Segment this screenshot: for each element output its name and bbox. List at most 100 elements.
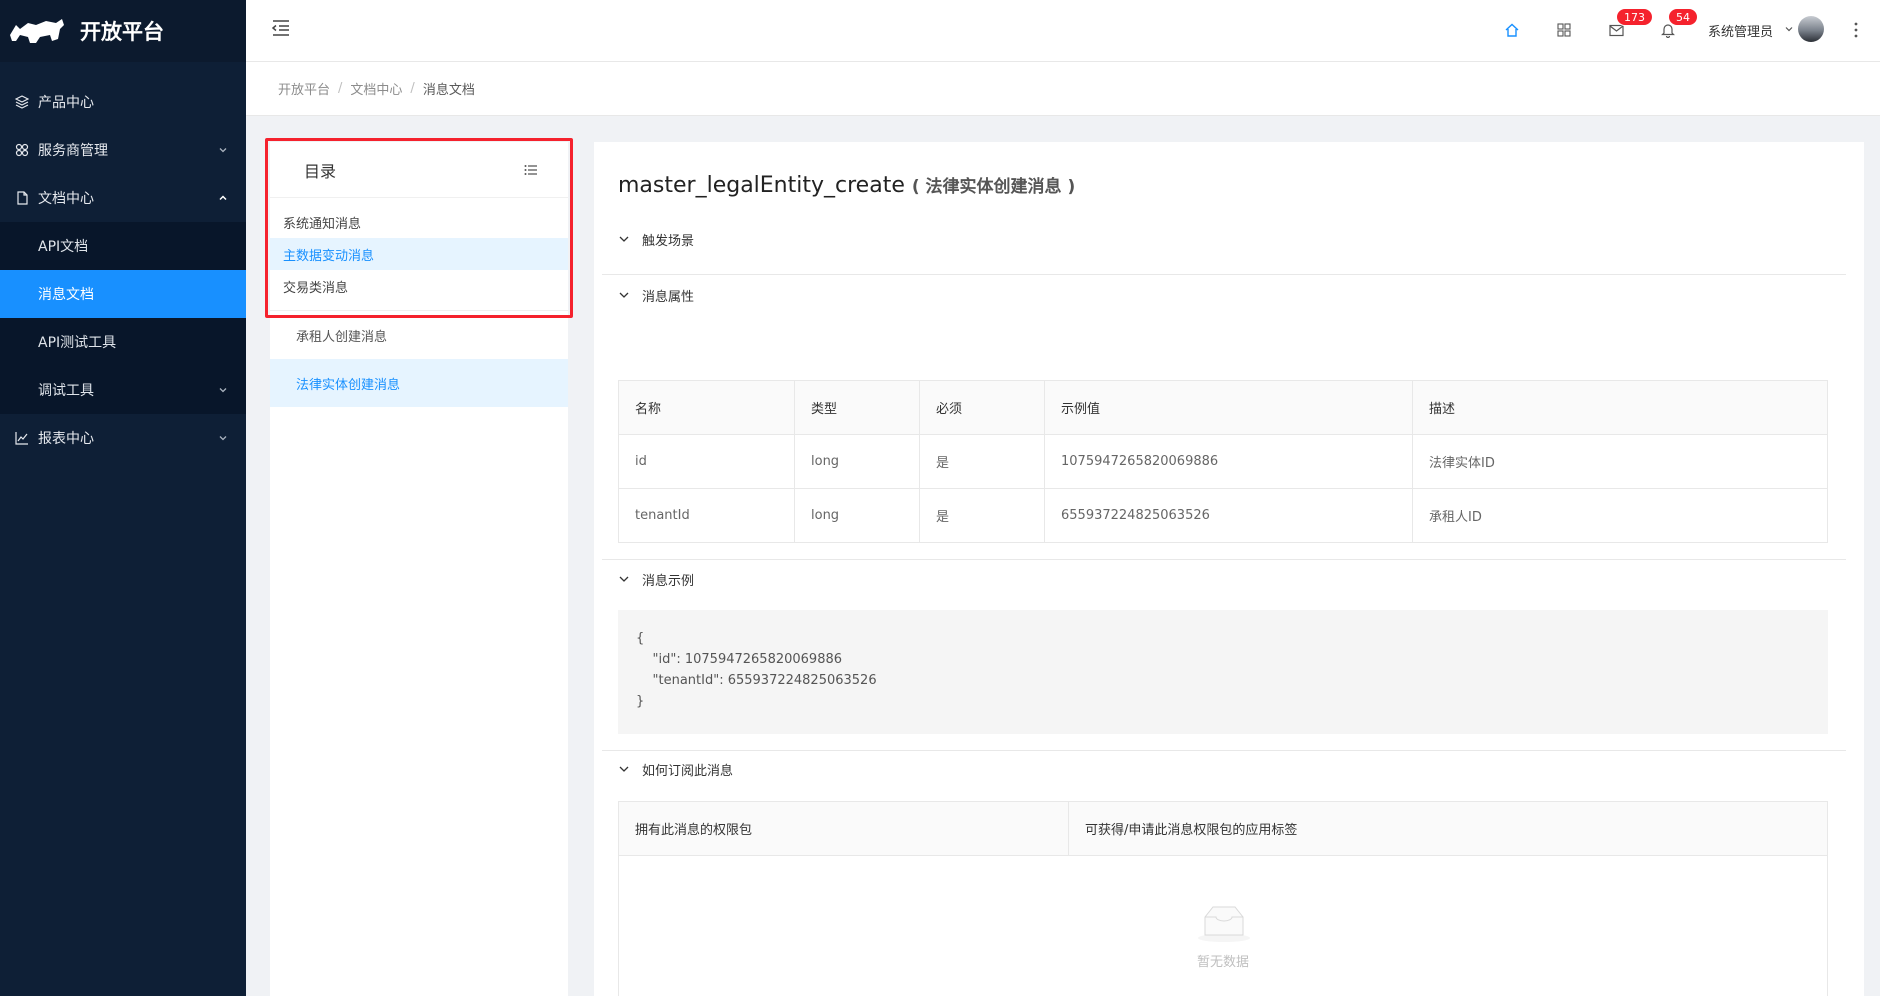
mail-badge: 173 — [1616, 8, 1653, 26]
breadcrumb-item[interactable]: 开放平台 — [278, 79, 330, 98]
table-cell: 承租人ID — [1412, 488, 1828, 543]
user-name[interactable]: 系统管理员 — [1708, 21, 1773, 40]
layers-icon — [14, 94, 30, 110]
doc-subtitle: ( 法律实体创建消息 ) — [911, 177, 1076, 197]
properties-table: 名称 类型 必须 示例值 描述 id long 是 10759472658200… — [618, 380, 1828, 543]
table-cell: tenantId — [618, 488, 795, 543]
section-title: 消息示例 — [642, 573, 695, 589]
section-example[interactable]: 消息示例 — [618, 568, 694, 590]
column-header: 名称 — [618, 380, 795, 435]
chevron-down-icon — [619, 292, 629, 298]
app-title: 开放平台 — [80, 20, 164, 44]
sidebar-item-label: 产品中心 — [38, 95, 94, 111]
more-vertical-icon[interactable] — [1852, 20, 1860, 40]
column-header: 描述 — [1412, 380, 1828, 435]
catalog-header: 目录 — [270, 142, 568, 198]
code-line: "tenantId": 655937224825063526 — [636, 673, 877, 688]
table-cell: long — [794, 488, 920, 543]
catalog-panel: 目录 系统通知消息 主数据变动消息 交易类消息 承租人创建消息 法律实体创建消息 — [270, 142, 568, 996]
table-row: tenantId long 是 655937224825063526 承租人ID — [618, 488, 1828, 543]
table-cell: long — [794, 434, 920, 489]
table-cell: 1075947265820069886 — [1044, 434, 1413, 489]
catalog-item-master-data[interactable]: 主数据变动消息 — [270, 238, 568, 270]
sidebar-item-report-center[interactable]: 报表中心 — [0, 414, 246, 462]
column-header: 类型 — [794, 380, 920, 435]
divider — [602, 750, 1846, 751]
sidebar-item-label: 调试工具 — [38, 383, 94, 399]
chevron-down-icon — [619, 576, 629, 582]
top-header: 173 54 系统管理员 — [246, 0, 1880, 62]
doc-content: master_legalEntity_create ( 法律实体创建消息 ) 触… — [594, 142, 1864, 996]
section-subscribe[interactable]: 如何订阅此消息 — [618, 758, 733, 780]
chevron-down-icon — [619, 236, 629, 242]
home-icon[interactable] — [1502, 20, 1522, 40]
sidebar-item-label: 消息文档 — [38, 287, 94, 303]
sidebar-item-label: 报表中心 — [38, 431, 94, 447]
divider — [602, 559, 1846, 560]
divider — [602, 274, 1846, 275]
table-cell: 是 — [919, 434, 1045, 489]
section-title: 如何订阅此消息 — [642, 763, 734, 779]
empty-box-icon — [1198, 906, 1250, 942]
section-title: 消息属性 — [642, 289, 695, 305]
chevron-down-icon[interactable] — [1784, 24, 1794, 34]
table-cell: 655937224825063526 — [1044, 488, 1413, 543]
chevron-up-icon — [219, 195, 227, 201]
menu-fold-icon[interactable] — [270, 18, 292, 38]
column-header: 必须 — [919, 380, 1045, 435]
empty-state: 暂无数据 — [618, 855, 1828, 996]
chevron-down-icon — [219, 436, 227, 441]
section-trigger[interactable]: 触发场景 — [618, 228, 694, 250]
catalog-subitem-legal-entity-create[interactable]: 法律实体创建消息 — [270, 359, 568, 407]
catalog-item-system-notification[interactable]: 系统通知消息 — [270, 206, 568, 238]
logo[interactable]: 开放平台 — [0, 0, 246, 62]
sidebar: 开放平台 产品中心 服务商管理 文档中心 API文档 消息文档 API测试工具 … — [0, 0, 246, 996]
chevron-down-icon — [219, 388, 227, 393]
column-header: 可获得/申请此消息权限包的应用标签 — [1068, 801, 1828, 856]
list-icon[interactable] — [524, 163, 538, 177]
apps-grid-icon[interactable] — [1554, 20, 1574, 40]
chevron-down-icon — [219, 148, 227, 153]
doc-center-submenu: API文档 消息文档 API测试工具 调试工具 — [0, 222, 246, 414]
table-header-row: 名称 类型 必须 示例值 描述 — [618, 380, 1828, 435]
breadcrumb-item[interactable]: 文档中心 — [350, 79, 402, 98]
sidebar-item-product-center[interactable]: 产品中心 — [0, 78, 246, 126]
empty-text: 暂无数据 — [1196, 955, 1249, 970]
column-header: 拥有此消息的权限包 — [618, 801, 1069, 856]
code-line: } — [636, 694, 645, 709]
breadcrumb: 开放平台 / 文档中心 / 消息文档 — [246, 62, 1880, 116]
code-line: "id": 1075947265820069886 — [636, 652, 843, 667]
bell-icon[interactable]: 54 — [1658, 8, 1698, 40]
table-cell: 法律实体ID — [1412, 434, 1828, 489]
rhino-logo-icon — [10, 19, 64, 43]
avatar[interactable] — [1798, 16, 1824, 42]
sidebar-item-api-docs[interactable]: API文档 — [0, 222, 246, 270]
sidebar-item-label: API文档 — [38, 239, 89, 255]
section-properties[interactable]: 消息属性 — [618, 284, 694, 306]
chevron-down-icon — [619, 766, 629, 772]
message-example-code: { "id": 1075947265820069886 "tenantId": … — [618, 610, 1828, 734]
chart-line-icon — [14, 430, 30, 446]
sidebar-item-label: API测试工具 — [38, 335, 117, 351]
table-row: id long 是 1075947265820069886 法律实体ID — [618, 434, 1828, 489]
catalog-groups: 系统通知消息 主数据变动消息 交易类消息 — [270, 198, 568, 311]
apps-icon — [14, 142, 30, 158]
bell-badge: 54 — [1668, 8, 1698, 26]
table-header-row: 拥有此消息的权限包 可获得/申请此消息权限包的应用标签 — [618, 801, 1828, 856]
sidebar-item-debug-tools[interactable]: 调试工具 — [0, 366, 246, 414]
file-icon — [14, 190, 30, 206]
catalog-title: 目录 — [304, 161, 337, 181]
column-header: 示例值 — [1044, 380, 1413, 435]
catalog-item-transaction[interactable]: 交易类消息 — [270, 270, 568, 302]
breadcrumb-separator: / — [410, 81, 415, 96]
sidebar-item-api-test-tool[interactable]: API测试工具 — [0, 318, 246, 366]
doc-title: master_legalEntity_create ( 法律实体创建消息 ) — [618, 172, 1075, 198]
catalog-subitem-tenant-create[interactable]: 承租人创建消息 — [270, 311, 568, 359]
sidebar-item-message-docs[interactable]: 消息文档 — [0, 270, 246, 318]
breadcrumb-current: 消息文档 — [422, 83, 475, 98]
mail-icon[interactable]: 173 — [1606, 8, 1653, 40]
sidebar-item-doc-center[interactable]: 文档中心 — [0, 174, 246, 222]
section-title: 触发场景 — [642, 233, 695, 249]
table-cell: id — [618, 434, 795, 489]
sidebar-item-provider-management[interactable]: 服务商管理 — [0, 126, 246, 174]
